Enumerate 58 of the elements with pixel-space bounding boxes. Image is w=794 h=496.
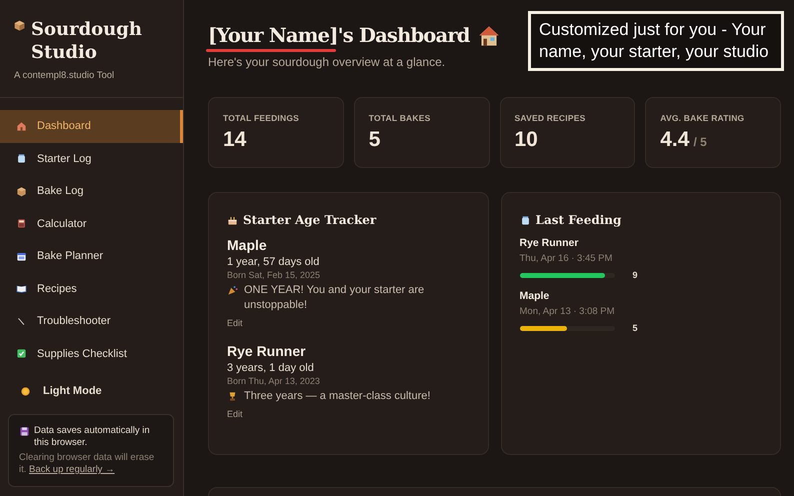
health-score: 9	[632, 270, 638, 280]
starter-age: 3 years, 1 day old	[227, 362, 315, 374]
app-title: Sourdough Studio	[31, 18, 143, 64]
starter-name: Maple	[520, 290, 550, 302]
nav-item[interactable]: Bake Planner	[0, 240, 183, 272]
box-icon	[16, 186, 27, 197]
feeding-time: Thu, Apr 16 · 3:45 PM	[520, 253, 614, 264]
party-popper-icon	[227, 285, 238, 296]
stat-value: 5	[368, 128, 380, 151]
calculator-icon	[16, 218, 27, 230]
stat-suffix: / 5	[693, 135, 707, 149]
theme-toggle[interactable]: Light Mode	[20, 380, 183, 402]
nav-item[interactable]: Troubleshooter	[0, 305, 183, 338]
edit-link[interactable]: Edit	[227, 318, 243, 328]
milestone-text: Three years — a master-class culture!	[244, 389, 430, 404]
sun-icon	[20, 386, 31, 396]
notice-detail: Clearing browser data will erase it. Back up regularly →	[19, 452, 156, 476]
nav-item[interactable]: Dashboard	[0, 110, 183, 142]
nav-item[interactable]: Supplies Checklist	[0, 338, 183, 370]
stat-label: SAVED RECIPES	[514, 113, 586, 123]
app-subtitle: A contempl8.studio Tool	[14, 70, 116, 81]
stat-value: 10	[514, 128, 538, 151]
calendar-icon	[16, 250, 27, 262]
notice-text: Data saves automatically in this browser.	[34, 425, 151, 449]
edit-link[interactable]: Edit	[227, 409, 243, 419]
stat-value: 14	[223, 128, 246, 151]
jar-icon	[16, 153, 27, 164]
nav-item[interactable]: Bake Log	[0, 175, 183, 208]
health-score: 5	[632, 323, 638, 333]
starter-name: Maple	[227, 237, 268, 253]
birth-date: Born Thu, Apr 13, 2023	[227, 376, 321, 386]
cake-icon	[227, 214, 238, 226]
stat-value: 4.4	[660, 128, 690, 151]
starter-name: Rye Runner	[520, 237, 580, 249]
page-title: [Your Name]'s Dashboard	[208, 24, 470, 47]
card-title: Last Feeding	[536, 213, 622, 227]
book-icon	[16, 283, 27, 294]
stat-label: TOTAL FEEDINGS	[223, 113, 300, 123]
stat-label: TOTAL BAKES	[368, 113, 432, 123]
starter-name: Rye Runner	[227, 343, 307, 359]
nav-item[interactable]: Calculator	[0, 208, 183, 240]
stat-label: AVG. BAKE RATING	[660, 113, 746, 123]
nav-item[interactable]: Recipes	[0, 272, 183, 305]
card-title: Starter Age Tracker	[243, 213, 376, 227]
trophy-icon	[227, 391, 238, 402]
birth-date: Born Sat, Feb 15, 2025	[227, 270, 322, 280]
page-subtitle: Here's your sourdough overview at a glance.	[208, 55, 446, 69]
house-icon	[16, 120, 27, 132]
box-icon	[14, 20, 25, 31]
feeding-time: Mon, Apr 13 · 3:08 PM	[520, 306, 616, 317]
nav-item[interactable]: Starter Log	[0, 142, 183, 175]
starter-age: 1 year, 57 days old	[227, 256, 320, 268]
jar-icon	[520, 214, 530, 226]
backup-link[interactable]: Back up regularly →	[29, 464, 115, 475]
house-icon	[478, 24, 500, 46]
annotation-callout: Customized just for you - Your name, your starter, your studio	[528, 11, 784, 71]
milestone-text: ONE YEAR! You and your starter are unstoppable!	[244, 283, 426, 313]
checkbox-icon	[16, 348, 27, 360]
